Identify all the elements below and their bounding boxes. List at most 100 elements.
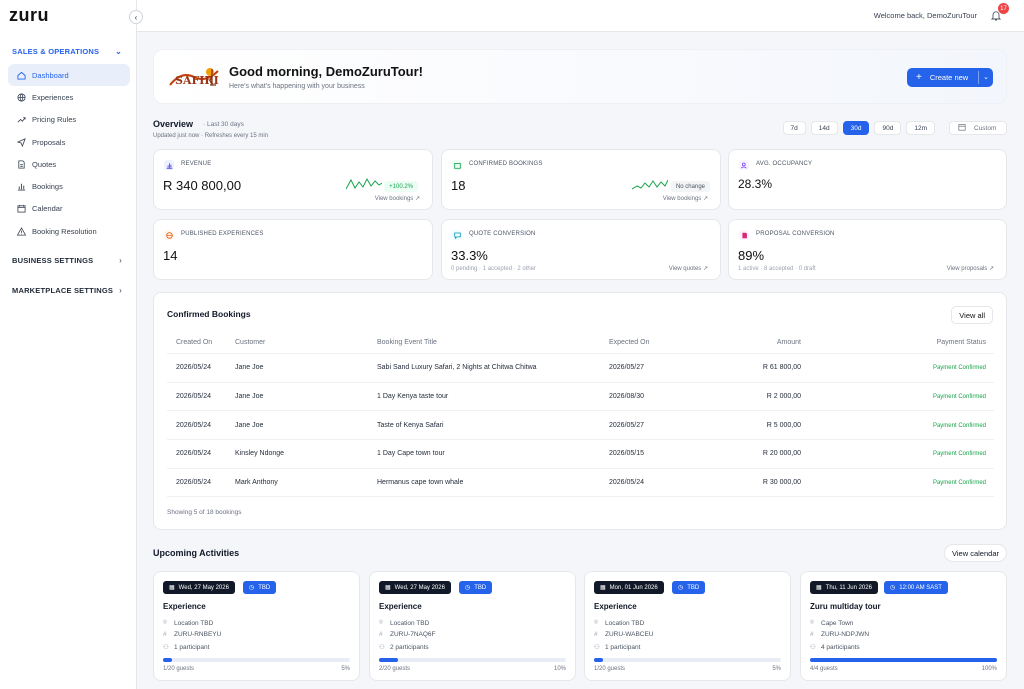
activity-card[interactable]: ▦ Wed, 27 May 2026 ◷ TBD Experience ⌾ Locat… [369, 571, 576, 681]
capacity-fill [810, 658, 997, 662]
table-row[interactable]: 2026/05/24 Jane Joe Taste of Kenya Safar… [167, 411, 994, 441]
date-badge: ▦ Wed, 27 May 2026 [163, 581, 235, 594]
view-calendar-button[interactable]: View calendar [944, 544, 1007, 562]
cell-amount: R 61 800,00 [762, 364, 801, 372]
sidebar-item-booking-resolution[interactable]: Booking Resolution [8, 220, 130, 242]
date-text: Wed, 27 May 2026 [178, 584, 229, 591]
overview-range: · Last 30 days [203, 121, 244, 128]
capacity-fill [594, 658, 604, 662]
view-all-button[interactable]: View all [951, 306, 993, 324]
section-label: BUSINESS SETTINGS [12, 256, 94, 265]
table-row[interactable]: 2026/05/24 Mark Anthony Hermanus cape to… [167, 469, 994, 498]
section-business-settings[interactable]: BUSINESS SETTINGS › [12, 256, 126, 265]
sidebar-item-calendar[interactable]: Calendar [8, 198, 130, 220]
send-icon [16, 137, 26, 147]
brand-logo: SAFIRI [168, 63, 220, 91]
cell-created: 2026/05/24 [176, 479, 212, 487]
cell-expected: 2026/05/27 [609, 364, 645, 372]
view-bookings-link[interactable]: View bookings ↗ [663, 195, 708, 202]
guests-text: 1/20 guests [594, 666, 626, 672]
view-quotes-link[interactable]: View quotes ↗ [669, 265, 708, 272]
chevron-down-icon[interactable]: ⌄ [983, 73, 989, 81]
stat-card-published-experiences: PUBLISHED EXPERIENCES 14 [153, 219, 433, 280]
column-header[interactable]: Amount [719, 339, 801, 346]
calendar-icon [452, 160, 462, 170]
range-7d-button[interactable]: 7d [782, 121, 806, 135]
calendar-icon: ▦ [385, 585, 391, 591]
globe-icon [16, 92, 26, 102]
location-text: Cape Town [821, 619, 854, 627]
activity-card[interactable]: ▦ Thu, 11 Jun 2026 ◷ 12:00 AM SAST Zuru mu… [800, 571, 1007, 681]
stat-card-avg-occupancy: AVG. OCCUPANCY 28.3% [728, 149, 1007, 210]
sidebar-item-proposals[interactable]: Proposals [8, 131, 130, 153]
view-proposals-link[interactable]: View proposals ↗ [947, 265, 994, 272]
table-row[interactable]: 2026/05/24 Jane Joe 1 Day Kenya taste to… [167, 383, 994, 412]
guests-text: 4/4 guests [810, 666, 838, 672]
cell-title: Sabi Sand Luxury Safari, 2 Nights at Chi… [377, 364, 537, 372]
sidebar-item-label: Proposals [32, 137, 66, 147]
range-14d-button[interactable]: 14d [810, 121, 838, 135]
column-header[interactable]: Created On [167, 339, 226, 346]
section-sales-operations[interactable]: SALES & OPERATIONS ⌄ [12, 47, 126, 56]
bar-chart-icon [164, 160, 174, 170]
date-text: Thu, 11 Jun 2026 [825, 584, 872, 591]
view-bookings-link[interactable]: View bookings ↗ [375, 195, 420, 202]
sidebar-nav: Dashboard Experiences Pricing Rules Prop… [8, 64, 130, 242]
activity-card[interactable]: ▦ Wed, 27 May 2026 ◷ TBD Experience ⌾ Locat… [153, 571, 360, 681]
notification-badge: 17 [998, 3, 1009, 14]
sidebar-item-label: Booking Resolution [32, 226, 97, 236]
stat-value: 14 [163, 248, 178, 263]
clock-icon: ◷ [678, 585, 684, 591]
section-label: SALES & OPERATIONS [12, 47, 100, 56]
create-new-button[interactable]: + Create new ⌄ [907, 68, 993, 87]
activity-name: Experience [379, 602, 422, 611]
custom-range-button[interactable]: Custom [949, 121, 1007, 135]
column-header[interactable]: Expected On [609, 339, 719, 346]
stat-value: R 340 800,00 [163, 178, 242, 193]
location-text: Location TBD [605, 619, 645, 627]
column-header[interactable]: Customer [226, 339, 377, 346]
stat-label: QUOTE CONVERSION [469, 231, 536, 237]
sidebar-item-pricing-rules[interactable]: Pricing Rules [8, 109, 130, 131]
range-90d-button[interactable]: 90d [874, 121, 902, 135]
pin-icon: ⌾ [594, 619, 598, 626]
cell-customer: Jane Joe [235, 421, 264, 429]
section-marketplace-settings[interactable]: MARKETPLACE SETTINGS › [12, 286, 126, 295]
sidebar-item-quotes[interactable]: Quotes [8, 153, 130, 175]
sidebar-item-bookings[interactable]: Bookings [8, 175, 130, 197]
users-icon: ⚇ [810, 644, 816, 651]
column-header[interactable]: Payment Status [801, 339, 994, 346]
activity-card[interactable]: ▦ Mon, 01 Jun 2026 ◷ TBD Experience ⌾ Locat… [584, 571, 791, 681]
cell-created: 2026/05/24 [176, 364, 212, 372]
sidebar-item-experiences[interactable]: Experiences [8, 86, 130, 108]
time-text: TBD [474, 584, 487, 591]
hash-icon: # [163, 631, 167, 638]
welcome-text: Welcome back, DemoZuruTour [873, 11, 977, 20]
guests-text: 2/20 guests [379, 666, 411, 672]
collapse-sidebar-button[interactable]: ‹ [129, 10, 143, 24]
sidebar-item-label: Dashboard [32, 70, 69, 80]
table-row[interactable]: 2026/05/24 Jane Joe Sabi Sand Luxury Saf… [167, 354, 994, 383]
table-row[interactable]: 2026/05/24 Kinsley Ndonge 1 Day Cape tow… [167, 440, 994, 469]
date-badge: ▦ Thu, 11 Jun 2026 [810, 581, 878, 594]
capacity-bar [379, 658, 566, 662]
sidebar-item-label: Experiences [32, 92, 74, 102]
range-12m-button[interactable]: 12m [906, 121, 935, 135]
sidebar-item-dashboard[interactable]: Dashboard [8, 64, 130, 87]
date-badge: ▦ Wed, 27 May 2026 [379, 581, 451, 594]
activity-location: ⌾ Location TBD [379, 619, 429, 627]
payment-status-badge: Payment Confirmed [932, 451, 986, 458]
calendar-icon: ▦ [600, 585, 606, 591]
activity-participants: ⚇ 4 participants [810, 643, 860, 652]
file-icon [16, 159, 26, 169]
cell-customer: Jane Joe [235, 364, 264, 372]
overview-updated: Updated just now · Refreshes every 15 mi… [153, 133, 269, 139]
time-text: TBD [258, 584, 271, 591]
date-text: Wed, 27 May 2026 [394, 584, 445, 591]
app-logo[interactable]: zuru [9, 5, 49, 26]
guests-text: 1/20 guests [163, 666, 195, 672]
range-selector: 7d 14d 30d 90d 12m [782, 121, 935, 135]
range-30d-button[interactable]: 30d [842, 121, 870, 135]
column-header[interactable]: Booking Event Title [377, 339, 609, 346]
hash-icon: # [594, 631, 598, 638]
